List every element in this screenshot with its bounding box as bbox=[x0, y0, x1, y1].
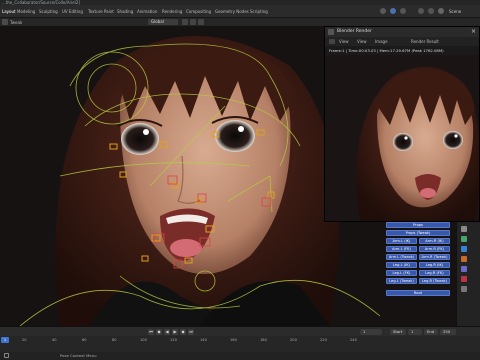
next-keyframe-icon[interactable]: ◆ bbox=[180, 329, 186, 335]
timeline-tick: 200 bbox=[290, 338, 297, 342]
rig-picker-panel: Props Props (Tweak) Arm.L (IK) Arm.R (IK… bbox=[386, 222, 450, 298]
tool-mode-label[interactable]: Tweak bbox=[10, 20, 22, 25]
tool-icon[interactable] bbox=[461, 226, 467, 232]
status-bar: Pose Context Menu bbox=[0, 352, 480, 360]
picker-button-arm-r-ik[interactable]: Arm.R (IK) bbox=[419, 238, 450, 244]
play-icon[interactable]: ▶ bbox=[172, 329, 178, 335]
tab-layout[interactable]: Layout bbox=[2, 9, 16, 14]
render-icon[interactable] bbox=[380, 8, 386, 14]
picker-button-leg-r-ik[interactable]: Leg.R (IK) bbox=[419, 262, 450, 268]
render-window-menu: View View Image Render Result bbox=[325, 37, 479, 46]
scene-icon[interactable] bbox=[438, 8, 444, 14]
timeline-tick: 40 bbox=[52, 338, 57, 342]
start-frame-field[interactable]: 1 bbox=[408, 329, 422, 335]
current-frame-field[interactable]: 1 bbox=[360, 329, 382, 335]
prev-keyframe-icon[interactable]: ◆ bbox=[156, 329, 162, 335]
picker-button-arm-r-tweak[interactable]: Arm.R (Tweak) bbox=[419, 254, 450, 260]
render-preview bbox=[325, 55, 479, 221]
properties-tab-strip bbox=[456, 222, 480, 326]
end-frame-label: End bbox=[424, 329, 438, 335]
picker-button-arm-l-fk[interactable]: Arm.L (FK) bbox=[386, 246, 417, 252]
jump-start-icon[interactable]: ⏮ bbox=[148, 329, 154, 335]
modifier-icon[interactable] bbox=[461, 246, 467, 252]
render-info: Frame:1 | Time:00:03.03 | Mem:17.29.67M … bbox=[329, 48, 444, 53]
scene-selector[interactable]: Scene bbox=[449, 9, 461, 14]
timeline-tick: 160 bbox=[230, 338, 237, 342]
workspace-bar: Layout Modeling Sculpting UV Editing Tex… bbox=[0, 5, 480, 18]
picker-button-leg-l-ik[interactable]: Leg.L (IK) bbox=[386, 262, 417, 268]
tab-shading[interactable]: Shading bbox=[117, 9, 133, 14]
add-icon[interactable] bbox=[428, 8, 434, 14]
play-reverse-icon[interactable]: ◀ bbox=[164, 329, 170, 335]
mouse-icon bbox=[4, 353, 9, 358]
screen-icon[interactable] bbox=[400, 8, 406, 14]
blender-logo-icon bbox=[328, 29, 334, 35]
tab-geometry-nodes[interactable]: Geometry Nodes bbox=[215, 9, 249, 14]
object-icon[interactable] bbox=[461, 256, 467, 262]
tab-sculpting[interactable]: Sculpting bbox=[39, 9, 58, 14]
close-icon[interactable]: × bbox=[471, 28, 476, 35]
tab-uv-editing[interactable]: UV Editing bbox=[62, 9, 83, 14]
picker-button-leg-l-fk[interactable]: Leg.L (FK) bbox=[386, 270, 417, 276]
timeline-tick: 180 bbox=[260, 338, 267, 342]
timeline-tick: 140 bbox=[200, 338, 207, 342]
timeline-ruler[interactable]: 1 20 40 60 80 100 120 140 160 180 200 22… bbox=[0, 336, 480, 352]
frame-icon[interactable] bbox=[418, 8, 424, 14]
timeline-tick: 120 bbox=[170, 338, 177, 342]
menu-view-2[interactable]: View bbox=[357, 39, 367, 44]
timeline-tick: 220 bbox=[320, 338, 327, 342]
picker-button-leg-r-fk[interactable]: Leg.R (FK) bbox=[419, 270, 450, 276]
timeline-header: ⏮ ◆ ◀ ▶ ◆ ⏭ 1 Start 1 End 250 bbox=[0, 326, 480, 336]
status-hint: Pose Context Menu bbox=[60, 353, 97, 358]
editor-type-icon[interactable] bbox=[329, 39, 335, 44]
picker-button-leg-r-tweak[interactable]: Leg.R (Tweak) bbox=[419, 278, 450, 284]
left-eye bbox=[121, 123, 159, 155]
menu-image[interactable]: Image bbox=[375, 39, 388, 44]
timeline-tick: 80 bbox=[112, 338, 117, 342]
picker-button-root[interactable]: Root bbox=[386, 290, 450, 296]
render-window[interactable]: Blender Render × View View Image Render … bbox=[324, 26, 480, 222]
data-icon[interactable] bbox=[461, 266, 467, 272]
constraint-icon[interactable] bbox=[461, 236, 467, 242]
tab-animation[interactable]: Animation bbox=[137, 9, 157, 14]
pivot-icon[interactable] bbox=[182, 19, 188, 25]
render-result-dropdown[interactable]: Render Result bbox=[411, 39, 439, 44]
right-eye bbox=[215, 120, 255, 152]
viewport-header: Tweak Global bbox=[0, 18, 480, 26]
tab-rendering[interactable]: Rendering bbox=[162, 9, 182, 14]
timeline-tick: 60 bbox=[82, 338, 87, 342]
tab-compositing[interactable]: Compositing bbox=[186, 9, 211, 14]
render-window-title: Blender Render bbox=[337, 29, 372, 34]
picker-button-arm-l-ik[interactable]: Arm.L (IK) bbox=[386, 238, 417, 244]
jump-end-icon[interactable]: ⏭ bbox=[188, 329, 194, 335]
tab-modeling[interactable]: Modeling bbox=[17, 9, 35, 14]
transform-orientation-dropdown[interactable]: Global bbox=[148, 19, 178, 25]
timeline-tick: 240 bbox=[350, 338, 357, 342]
user-icon[interactable] bbox=[390, 8, 396, 14]
picker-button-props-tweak[interactable]: Props (Tweak) bbox=[386, 230, 450, 236]
playhead[interactable]: 1 bbox=[1, 337, 9, 343]
end-frame-field[interactable]: 250 bbox=[440, 329, 456, 335]
timeline-tick: 20 bbox=[22, 338, 27, 342]
editor-type-icon[interactable] bbox=[2, 19, 8, 25]
picker-button-props[interactable]: Props bbox=[386, 222, 450, 228]
picker-button-arm-l-tweak[interactable]: Arm.L (Tweak) bbox=[386, 254, 417, 260]
timeline-tick: 100 bbox=[140, 338, 147, 342]
snap-icon[interactable] bbox=[190, 19, 196, 25]
picker-button-arm-r-fk[interactable]: Arm.R (FK) bbox=[419, 246, 450, 252]
picker-button-leg-l-tweak[interactable]: Leg.L (Tweak) bbox=[386, 278, 417, 284]
tab-texture-paint[interactable]: Texture Paint bbox=[88, 9, 114, 14]
start-frame-label: Start bbox=[390, 329, 406, 335]
menu-view[interactable]: View bbox=[339, 39, 349, 44]
tab-scripting[interactable]: Scripting bbox=[250, 9, 268, 14]
proportional-edit-icon[interactable] bbox=[198, 19, 204, 25]
material-icon[interactable] bbox=[461, 276, 467, 282]
world-icon[interactable] bbox=[461, 286, 467, 292]
render-window-header: Blender Render × bbox=[325, 27, 479, 37]
